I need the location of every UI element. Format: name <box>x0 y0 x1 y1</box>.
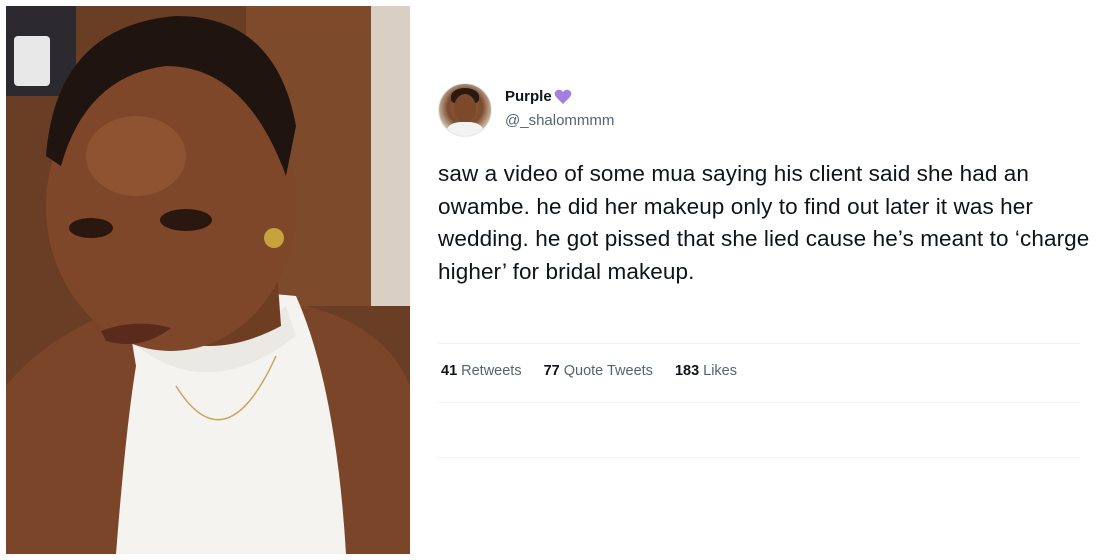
quote-tweets-count: 77 <box>543 363 560 379</box>
photo-window-light <box>371 6 410 306</box>
divider-bottom <box>438 457 1080 458</box>
selfie-photo <box>6 6 410 554</box>
likes-stat[interactable]: 183 Likes <box>675 363 737 379</box>
avatar-face <box>454 94 476 122</box>
likes-label: Likes <box>703 363 737 379</box>
photo-object <box>14 36 50 86</box>
quote-tweets-stat[interactable]: 77 Quote Tweets <box>544 363 653 379</box>
photo-earring <box>264 228 284 248</box>
retweets-count: 41 <box>441 363 458 379</box>
divider-middle <box>438 402 1080 403</box>
photo-left-eye <box>69 218 113 238</box>
avatar-body <box>447 122 483 136</box>
engagement-stats: 41 Retweets 77 Quote Tweets 183 Likes <box>441 363 737 379</box>
tweet-text: saw a video of some mua saying his clien… <box>438 161 1090 284</box>
avatar[interactable] <box>438 83 492 137</box>
photo-face-highlight <box>86 116 186 196</box>
photo-illustration <box>6 6 410 554</box>
retweets-label: Retweets <box>461 363 522 379</box>
retweets-stat[interactable]: 41 Retweets <box>441 363 522 379</box>
divider-top <box>438 343 1080 344</box>
tweet-card: Purple @_shalommmm saw a video of some m… <box>418 6 1114 554</box>
quote-tweets-label: Quote Tweets <box>563 363 653 379</box>
likes-count: 183 <box>674 363 700 379</box>
photo-right-eye <box>160 209 212 231</box>
purple-heart-icon <box>554 89 572 105</box>
author-name-row[interactable]: Purple <box>505 88 572 105</box>
user-handle[interactable]: @_shalommmm <box>505 112 614 129</box>
display-name[interactable]: Purple <box>505 88 552 105</box>
